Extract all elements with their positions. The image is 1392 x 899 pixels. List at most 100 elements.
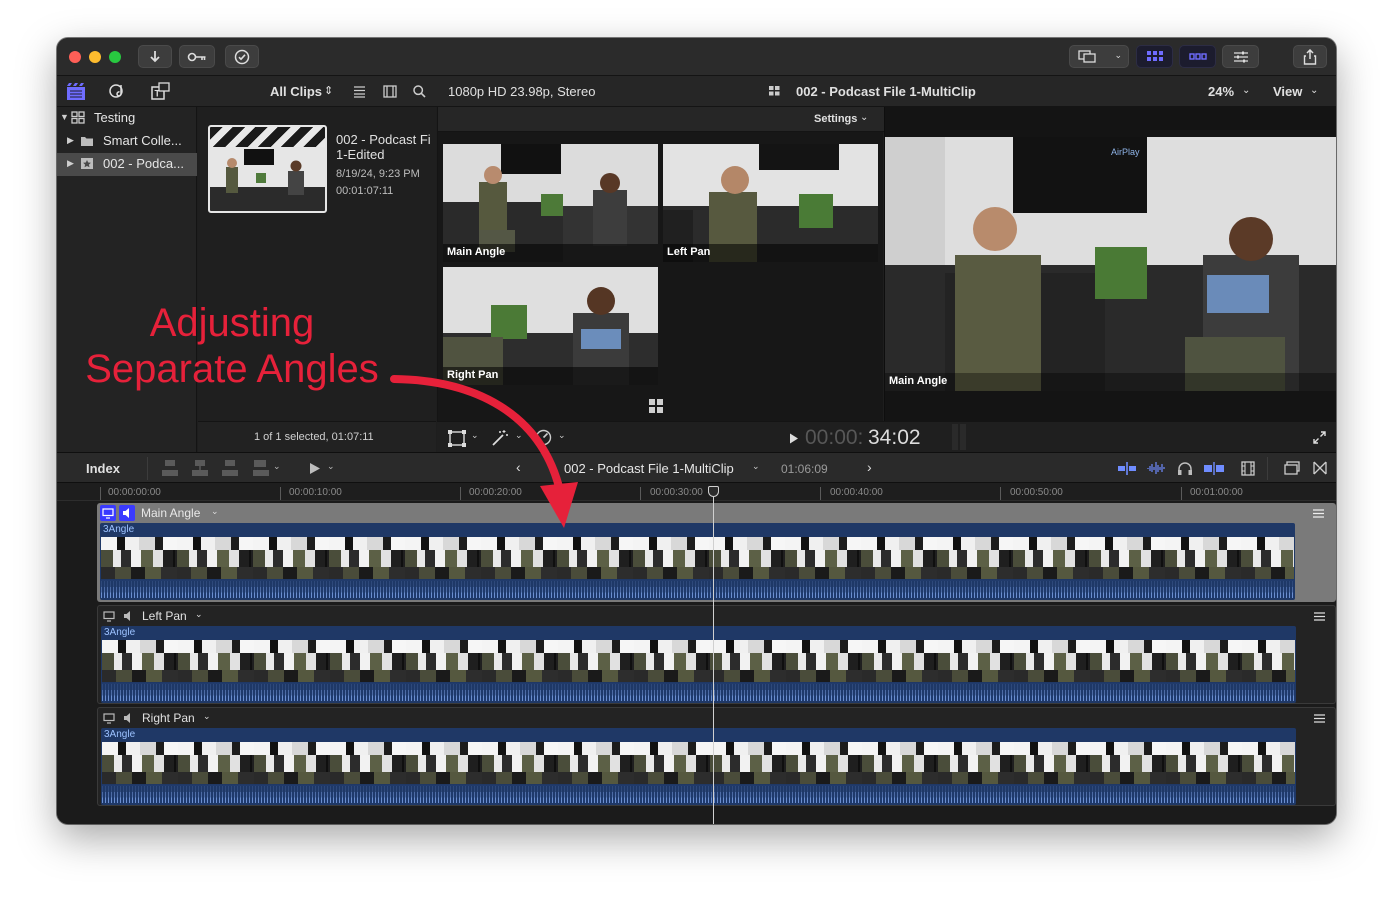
skimming-icon[interactable] (1118, 462, 1136, 475)
viewer-frame[interactable]: AirPlay Main Angle (885, 137, 1336, 391)
workspace-layout-button[interactable]: ⌄ (1069, 45, 1129, 68)
chevron-down-icon: ⌄ (1242, 85, 1251, 96)
angle-lane-name[interactable]: Left Pan (142, 609, 187, 623)
close-window-button[interactable] (69, 51, 81, 63)
clip-thumbnail[interactable] (208, 125, 327, 213)
filmstrip-view-icon[interactable] (383, 85, 397, 98)
chevron-down-icon: ⌄ (211, 506, 219, 516)
browser-footer: 1 of 1 selected, 01:07:11 (198, 421, 436, 452)
clip-appearance-icon[interactable] (1241, 461, 1255, 476)
timeline-title[interactable]: 002 - Podcast File 1-MultiClip (564, 461, 734, 476)
ruler-label: 00:00:20:00 (469, 487, 522, 498)
view-menu[interactable]: View (1273, 84, 1302, 99)
ruler-label: 00:00:50:00 (1010, 487, 1063, 498)
timeline-index-window-icon[interactable] (1284, 461, 1300, 475)
transform-icon[interactable] (448, 430, 466, 447)
zoom-dropdown[interactable]: 24% (1208, 84, 1234, 99)
multicam-angle-lanes: Main Angle ⌄ 3Angle Left Pan ⌄ 3Angle Ri… (57, 501, 1336, 824)
photos-audio-icon[interactable] (109, 82, 128, 100)
disclosure-triangle-icon[interactable]: ▶ (67, 158, 74, 169)
video-monitor-icon[interactable] (100, 505, 116, 521)
retime-speed-icon[interactable] (535, 429, 552, 446)
chevron-down-icon: ⌄ (860, 112, 869, 123)
snapping-icon[interactable] (1204, 462, 1224, 475)
library-item-smart-collections[interactable]: ▶ Smart Colle... (57, 130, 197, 153)
library-item-testing[interactable]: ▼ Testing (57, 107, 197, 130)
lane-menu-icon[interactable] (1314, 612, 1325, 621)
angle-grid-icon[interactable] (649, 399, 663, 413)
inspector-toggle-button[interactable] (1222, 45, 1259, 68)
clapperboard-icon (210, 127, 325, 147)
clip-filter-dropdown[interactable]: All Clips (270, 84, 322, 99)
fullscreen-icon[interactable] (1313, 431, 1326, 444)
angle-cell-main[interactable]: Main Angle (443, 144, 658, 262)
viewer-clip-name: 002 - Podcast File 1-MultiClip (796, 84, 976, 99)
annotation-line2: Separate Angles (85, 347, 379, 391)
angle-lane-right-pan[interactable]: Right Pan ⌄ 3Angle (97, 707, 1336, 806)
clip-filmstrip (102, 640, 1295, 682)
viewer-frame-image: AirPlay (885, 137, 1336, 391)
titles-generators-icon[interactable]: T (151, 82, 170, 100)
ruler-tick (100, 487, 101, 500)
angle-lane-name[interactable]: Main Angle (141, 506, 200, 520)
insert-clip-icon[interactable] (192, 460, 208, 477)
audio-skimming-icon[interactable] (1147, 461, 1165, 475)
timecode-prefix: 00:00: (805, 426, 864, 449)
angle-clip[interactable]: 3Angle (100, 523, 1295, 600)
settings-menu[interactable]: Settings (814, 113, 857, 125)
library-item-label: Testing (94, 110, 136, 125)
solo-headphones-icon[interactable] (1177, 461, 1193, 476)
disclosure-triangle-icon[interactable]: ▶ (67, 135, 74, 146)
index-button[interactable]: Index (86, 461, 120, 476)
timeline-toggle-button[interactable] (1179, 45, 1216, 68)
angle-lane-left-pan[interactable]: Left Pan ⌄ 3Angle (97, 605, 1336, 704)
enhance-wand-icon[interactable] (491, 429, 509, 446)
timeline-ruler[interactable]: 00:00:00:00 00:00:10:00 00:00:20:00 00:0… (57, 483, 1336, 501)
zoom-window-button[interactable] (109, 51, 121, 63)
history-back-icon[interactable]: ‹ (516, 459, 521, 475)
minimize-window-button[interactable] (89, 51, 101, 63)
angle-lane-name[interactable]: Right Pan (142, 711, 195, 725)
connect-clip-icon[interactable] (162, 460, 178, 477)
keywords-button[interactable] (179, 45, 215, 68)
audio-monitor-icon[interactable] (120, 710, 136, 726)
audio-monitor-icon[interactable] (120, 608, 136, 624)
video-monitor-icon[interactable] (101, 608, 117, 624)
chevron-down-icon: ⌄ (273, 461, 281, 471)
history-forward-icon[interactable]: › (867, 459, 872, 475)
select-tool-icon[interactable] (309, 462, 321, 475)
playhead-handle[interactable] (708, 486, 719, 497)
playhead[interactable] (713, 486, 714, 824)
angle-label: Main Angle (443, 244, 658, 262)
video-monitor-icon[interactable] (101, 710, 117, 726)
angle-cell-left-pan[interactable]: Left Pan (663, 144, 878, 262)
audio-monitor-icon[interactable] (119, 505, 135, 521)
append-clip-icon[interactable] (222, 460, 238, 477)
browser-toggle-button[interactable] (1136, 45, 1173, 68)
overwrite-clip-icon[interactable] (253, 460, 269, 477)
effects-browser-icon[interactable] (1313, 461, 1327, 475)
ruler-tick (1000, 487, 1001, 500)
angle-lane-main[interactable]: Main Angle ⌄ 3Angle (97, 503, 1336, 602)
angle-clip[interactable]: 3Angle (101, 626, 1296, 703)
angle-settings-bar: Settings ⌄ (438, 107, 884, 132)
import-button[interactable] (138, 45, 172, 68)
library-item-event[interactable]: ▶ 002 - Podca... (57, 153, 197, 176)
disclosure-triangle-open-icon[interactable]: ▼ (60, 112, 69, 122)
share-button[interactable] (1293, 45, 1327, 68)
background-tasks-button[interactable] (225, 45, 259, 68)
angle-lane-header: Right Pan ⌄ (98, 708, 1335, 728)
lane-menu-icon[interactable] (1314, 714, 1325, 723)
libraries-icon[interactable] (67, 83, 85, 100)
chevron-down-icon: ⌄ (471, 430, 479, 440)
library-item-label: 002 - Podca... (103, 156, 184, 171)
list-view-icon[interactable] (353, 86, 366, 98)
timecode-display[interactable]: 34:02 (868, 426, 921, 450)
angle-clip[interactable]: 3Angle (101, 728, 1296, 805)
ruler-label: 00:01:00:00 (1190, 487, 1243, 498)
search-icon[interactable] (413, 85, 426, 98)
play-icon[interactable] (789, 433, 799, 444)
browser-header: T All Clips ⇕ (57, 76, 437, 107)
angle-cell-right-pan[interactable]: Right Pan (443, 267, 658, 385)
lane-menu-icon[interactable] (1313, 509, 1324, 518)
